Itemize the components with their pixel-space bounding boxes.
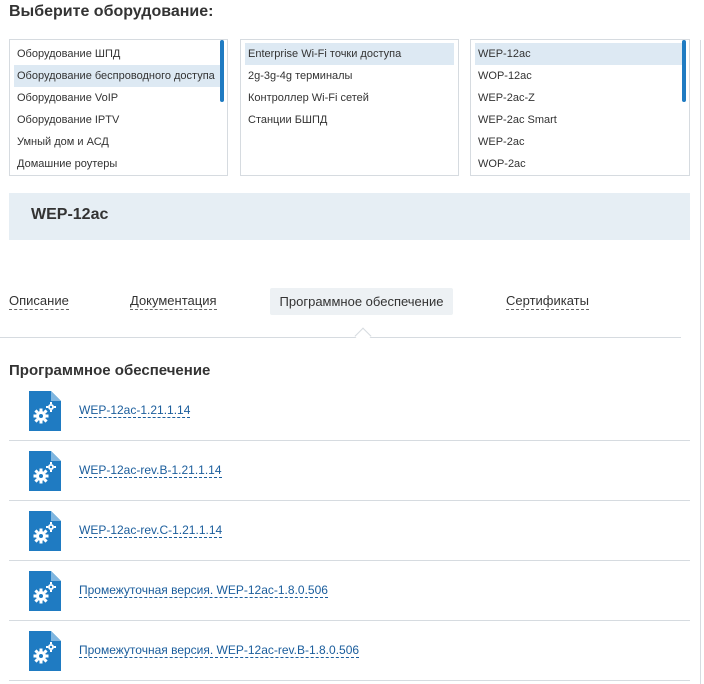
download-row: WEP-12ac-1.21.1.14 — [9, 381, 690, 441]
selected-model-banner: WEP-12ac — [9, 193, 690, 240]
software-file-icon[interactable] — [29, 511, 61, 551]
model-listbox[interactable]: WEP-12ac WOP-12ac WEP-2ac-Z WEP-2ac Smar… — [470, 39, 690, 176]
model-item[interactable]: WEP-2ac-Z — [475, 87, 685, 109]
category-scrollbar[interactable] — [220, 40, 224, 102]
software-file-icon[interactable] — [29, 571, 61, 611]
tab-description[interactable]: Описание — [9, 293, 69, 310]
tabs-divider — [0, 337, 681, 338]
download-row: Промежуточная версия. WEP-12ac-1.8.0.506 — [9, 561, 690, 621]
model-item[interactable]: WEP-2ac — [475, 131, 685, 153]
tab-certificates[interactable]: Сертификаты — [506, 293, 589, 310]
active-tab-pointer — [354, 327, 372, 345]
category-item[interactable]: Оборудование ШПД — [14, 43, 223, 65]
download-row: WEP-12ac-rev.C-1.21.1.14 — [9, 501, 690, 561]
model-item[interactable]: WOP-2ac — [475, 153, 685, 175]
software-file-icon[interactable] — [29, 631, 61, 671]
download-link[interactable]: Промежуточная версия. WEP-12ac-rev.B-1.8… — [79, 643, 360, 658]
section-title: Программное обеспечение — [9, 362, 211, 379]
download-row: Промежуточная версия. WEP-12ac-rev.B-1.8… — [9, 621, 690, 681]
category-item[interactable]: Домашние роутеры — [14, 153, 223, 175]
software-file-icon[interactable] — [29, 391, 61, 431]
category-listbox[interactable]: Оборудование ШПД Оборудование беспроводн… — [9, 39, 228, 176]
category-item[interactable]: Оборудование VoIP — [14, 87, 223, 109]
subcategory-item[interactable]: Станции БШПД — [245, 109, 454, 131]
category-item-selected[interactable]: Оборудование беспроводного доступа — [14, 65, 223, 87]
selected-model-title: WEP-12ac — [31, 206, 109, 223]
subcategory-item[interactable]: Контроллер Wi-Fi сетей — [245, 87, 454, 109]
model-item-selected[interactable]: WEP-12ac — [475, 43, 685, 65]
content-divider — [700, 40, 701, 684]
download-link[interactable]: WEP-12ac-1.21.1.14 — [79, 403, 191, 418]
subcategory-item-selected[interactable]: Enterprise Wi-Fi точки доступа — [245, 43, 454, 65]
model-item[interactable]: WEP-2ac Smart — [475, 109, 685, 131]
download-link[interactable]: Промежуточная версия. WEP-12ac-1.8.0.506 — [79, 583, 328, 598]
model-item[interactable]: WOP-12ac — [475, 65, 685, 87]
category-item[interactable]: Умный дом и АСД — [14, 131, 223, 153]
subcategory-item[interactable]: 2g-3g-4g терминалы — [245, 65, 454, 87]
tab-documentation[interactable]: Документация — [130, 293, 217, 310]
download-link[interactable]: WEP-12ac-rev.C-1.21.1.14 — [79, 523, 223, 538]
tab-software[interactable]: Программное обеспечение — [270, 288, 453, 315]
model-scrollbar[interactable] — [682, 40, 686, 102]
category-item[interactable]: Оборудование IPTV — [14, 109, 223, 131]
software-file-icon[interactable] — [29, 451, 61, 491]
page-heading: Выберите оборудование: — [9, 3, 214, 20]
download-row: WEP-12ac-rev.B-1.21.1.14 — [9, 441, 690, 501]
download-link[interactable]: WEP-12ac-rev.B-1.21.1.14 — [79, 463, 222, 478]
subcategory-listbox[interactable]: Enterprise Wi-Fi точки доступа 2g-3g-4g … — [240, 39, 459, 176]
